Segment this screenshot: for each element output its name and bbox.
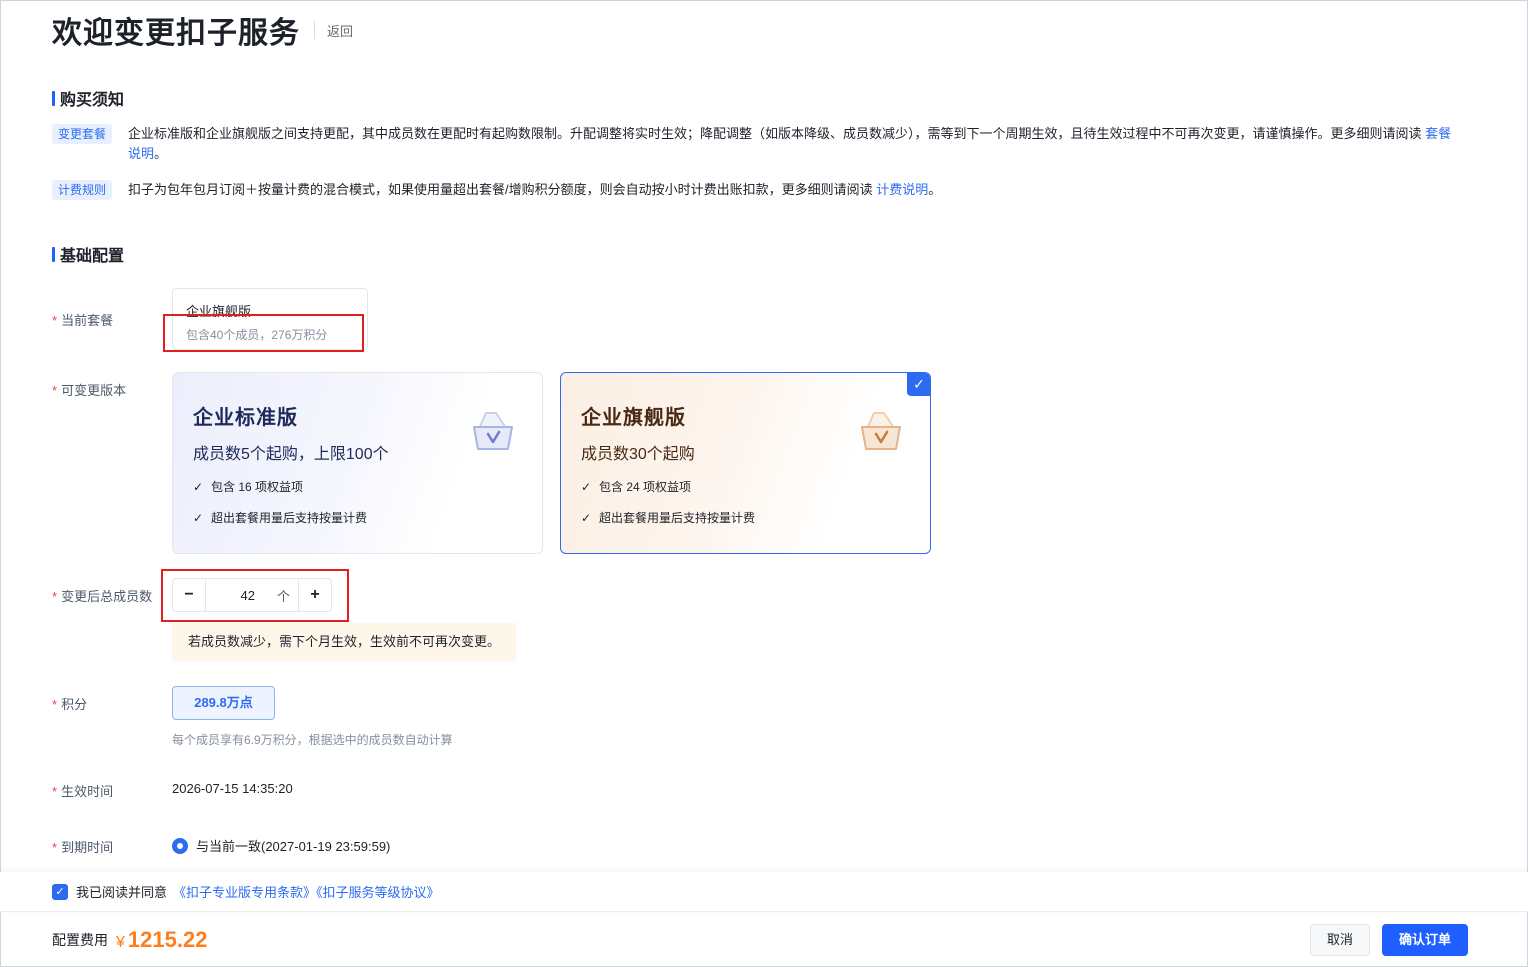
label-text: 生效时间 [61,784,114,799]
section-bar [52,246,55,262]
back-link[interactable]: 返回 [327,21,353,40]
required-mark: * [52,697,58,712]
notice-billing-rules: 计费规则 扣子为包年包月订阅＋按量计费的混合模式，如果使用量超出套餐/增购积分额… [52,180,1458,200]
label-current-plan: * 当前套餐 [52,310,113,329]
label-text: 可变更版本 [61,383,127,398]
label-text: 变更后总成员数 [61,589,153,604]
label-text: 积分 [61,697,88,712]
notice-body: 企业标准版和企业旗舰版之间支持更配，其中成员数在更配时有起购数限制。升配调整将实… [128,126,1426,141]
tag-billing-rules: 计费规则 [52,180,113,200]
highlight-box-members [161,569,349,622]
header-divider [314,21,315,39]
label-plan-options: * 可变更版本 [52,380,126,399]
required-mark: * [52,313,58,328]
plan-feature: ✓ 超出套餐用量后支持按量计费 [193,509,522,526]
required-mark: * [52,784,58,799]
selected-check-icon: ✓ [907,373,930,396]
section-title-basic-config: 基础配置 [52,242,124,266]
feature-text: 超出套餐用量后支持按量计费 [599,511,756,525]
effective-time-value: 2026-07-15 14:35:20 [172,781,293,796]
feature-text: 包含 16 项权益项 [211,480,304,494]
plan-card-standard[interactable]: 企业标准版 成员数5个起购，上限100个 ✓ 包含 16 项权益项 ✓ 超出套餐用量… [172,372,543,554]
page-header: 欢迎变更扣子服务 返回 [52,8,353,52]
section-bar [52,90,55,106]
page-title: 欢迎变更扣子服务 [52,17,300,50]
points-value-chip: 289.8万点 [172,686,275,720]
agreement-bar: ✓ 我已阅读并同意 《扣子专业版专用条款》《扣子服务等级协议》 [0,872,1528,912]
fee-amount: 1215.22 [127,926,208,952]
footer-bar: 配置费用 ¥1215.22 取消 确认订单 [0,912,1528,967]
feature-text: 包含 24 项权益项 [599,480,692,494]
notice-text: 扣子为包年包月订阅＋按量计费的混合模式，如果使用量超出套餐/增购积分额度，则会自… [128,180,1458,200]
notice-text: 企业标准版和企业旗舰版之间支持更配，其中成员数在更配时有起购数限制。升配调整将实… [128,124,1458,164]
highlight-box-current-plan [163,314,364,352]
section-title-text: 基础配置 [60,248,125,265]
members-warning: 若成员数减少，需下个月生效，生效前不可再次变更。 [172,623,516,661]
cancel-button[interactable]: 取消 [1310,923,1370,956]
check-icon: ✓ [581,479,592,494]
basket-icon [473,412,513,450]
notice-change-plan: 变更套餐 企业标准版和企业旗舰版之间支持更配，其中成员数在更配时有起购数限制。升… [52,124,1458,164]
confirm-order-button[interactable]: 确认订单 [1382,923,1468,956]
expire-time-option-label: 与当前一致(2027-01-19 23:59:59) [196,839,391,854]
required-mark: * [52,840,58,855]
label-text: 当前套餐 [61,313,114,328]
plan-card-flagship[interactable]: 企业旗舰版 成员数30个起购 ✓ 包含 24 项权益项 ✓ 超出套餐用量后支持按量计… [560,372,931,554]
points-hint: 每个成员享有6.9万积分，根据选中的成员数自动计算 [172,733,453,747]
feature-text: 超出套餐用量后支持按量计费 [211,511,368,525]
currency-symbol: ¥ [116,933,125,951]
plan-feature: ✓ 包含 16 项权益项 [193,478,522,495]
label-effective-time: * 生效时间 [52,781,113,800]
section-title-text: 购买须知 [60,92,125,109]
check-icon: ✓ [193,479,204,494]
fee-label: 配置费用 [52,931,108,948]
agreement-terms-link[interactable]: 《扣子专业版专用条款》《扣子服务等级协议》 [173,882,440,901]
required-mark: * [52,383,58,398]
notice-body: 扣子为包年包月订阅＋按量计费的混合模式，如果使用量超出套餐/增购积分额度，则会自… [128,182,877,197]
notice-suffix: 。 [154,146,168,161]
label-members: * 变更后总成员数 [52,586,152,605]
billing-doc-link[interactable]: 计费说明 [876,182,928,197]
plan-feature: ✓ 包含 24 项权益项 [581,478,910,495]
expire-time-option[interactable]: 与当前一致(2027-01-19 23:59:59) [172,836,390,855]
check-icon: ✓ [193,510,204,525]
label-points: * 积分 [52,694,87,713]
plan-feature: ✓ 超出套餐用量后支持按量计费 [581,509,910,526]
check-icon: ✓ [581,510,592,525]
label-text: 到期时间 [61,840,114,855]
required-mark: * [52,589,58,604]
agreement-checkbox[interactable]: ✓ [52,883,68,900]
label-expire-time: * 到期时间 [52,837,113,856]
radio-selected-icon[interactable] [172,837,188,854]
agreement-text: 我已阅读并同意 [76,885,168,900]
basket-icon [861,412,901,450]
fee-value: ¥1215.22 [116,927,207,953]
notice-suffix: 。 [928,182,942,197]
section-title-purchase-notice: 购买须知 [52,86,124,110]
tag-change-plan: 变更套餐 [52,124,113,144]
